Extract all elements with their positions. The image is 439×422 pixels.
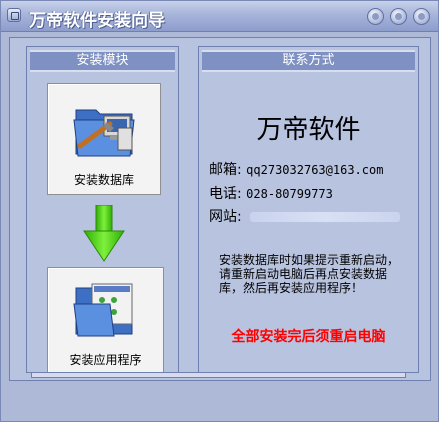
- install-database-label: 安装数据库: [73, 173, 134, 187]
- install-database-button[interactable]: 安装数据库: [47, 83, 161, 195]
- minimize-icon[interactable]: [367, 8, 384, 25]
- title-bar[interactable]: 万帝软件安装向导: [1, 1, 438, 32]
- install-application-button[interactable]: 安装应用程序: [47, 267, 164, 375]
- email-row: 邮箱: qq273032763@163.com: [209, 159, 383, 179]
- email-label: 邮箱:: [209, 162, 242, 178]
- maximize-icon[interactable]: [390, 8, 407, 25]
- brand-name: 万帝软件: [256, 115, 361, 145]
- modules-header: 安装模块: [30, 50, 175, 72]
- contact-group: 联系方式 万帝软件 邮箱: qq273032763@163.com 电话: 02…: [198, 46, 419, 373]
- content-panel: 安装模块 安装数据库 安装应用程序 联系方式 万帝软件 邮箱: qq273032…: [9, 37, 431, 381]
- app-icon[interactable]: [7, 8, 21, 22]
- progress-bar: [31, 372, 406, 378]
- phone-value: 028-80799773: [246, 187, 333, 201]
- arrow-down-icon: [83, 205, 125, 262]
- email-value: qq273032763@163.com: [246, 163, 384, 177]
- database-folder-icon: [73, 109, 135, 157]
- modules-group: 安装模块 安装数据库 安装应用程序: [26, 46, 179, 375]
- installer-window: 万帝软件安装向导 安装模块 安装数据库 安装应用程序 联系方式 万帝软件 邮箱:…: [0, 0, 439, 422]
- contact-header: 联系方式: [202, 50, 415, 72]
- restart-warning: 全部安装完后须重启电脑: [231, 329, 386, 345]
- install-application-label: 安装应用程序: [69, 353, 142, 367]
- phone-label: 电话:: [209, 186, 242, 202]
- close-icon[interactable]: [413, 8, 430, 25]
- phone-row: 电话: 028-80799773: [209, 183, 333, 203]
- window-title: 万帝软件安装向导: [29, 11, 165, 31]
- website-row: 网站:: [209, 206, 401, 226]
- application-folder-icon: [73, 283, 133, 337]
- website-link[interactable]: [250, 212, 401, 222]
- website-label: 网站:: [209, 209, 242, 225]
- notice-text: 安装数据库时如果提示重新启动，请重新启动电脑后再点安装数据库，然后再安装应用程序…: [219, 253, 400, 295]
